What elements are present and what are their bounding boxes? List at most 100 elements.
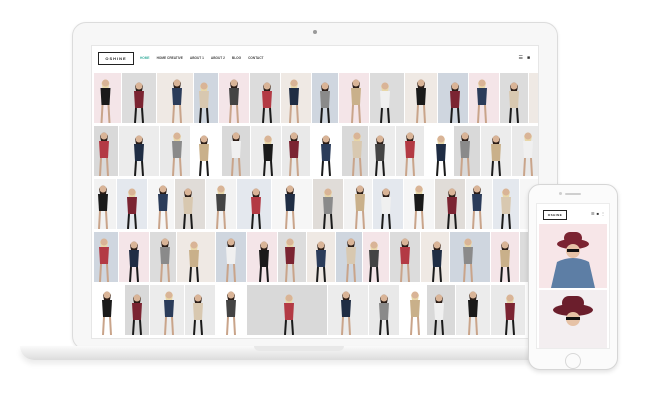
photo-tile[interactable] bbox=[150, 285, 184, 335]
model-outfit bbox=[416, 88, 426, 105]
photo-tile[interactable] bbox=[216, 285, 246, 335]
photo-tile[interactable] bbox=[396, 126, 424, 176]
photo-tile[interactable] bbox=[251, 126, 281, 176]
photo-tile[interactable] bbox=[247, 285, 327, 335]
model-outfit bbox=[216, 194, 226, 211]
photo-tile[interactable] bbox=[363, 232, 389, 282]
photo-tile[interactable] bbox=[466, 179, 492, 229]
menu-icon[interactable]: ☰ bbox=[591, 211, 595, 216]
photo-tile[interactable] bbox=[94, 179, 116, 229]
photo-tile[interactable] bbox=[185, 285, 215, 335]
photo-tile[interactable] bbox=[148, 179, 174, 229]
photo-tile[interactable] bbox=[456, 285, 490, 335]
photo-tile[interactable] bbox=[450, 232, 490, 282]
photo-tile[interactable] bbox=[150, 232, 176, 282]
photo-tile[interactable] bbox=[404, 179, 434, 229]
photo-tile[interactable] bbox=[175, 179, 205, 229]
photo-tile[interactable] bbox=[438, 73, 468, 123]
phone-hat-crown bbox=[564, 232, 582, 244]
photo-tile[interactable] bbox=[529, 73, 538, 123]
model-figure bbox=[341, 291, 351, 335]
photo-tile[interactable] bbox=[425, 126, 453, 176]
photo-tile[interactable] bbox=[94, 232, 118, 282]
photo-tile[interactable] bbox=[493, 179, 519, 229]
nav-item-about-1[interactable]: ABOUT 1 bbox=[190, 56, 204, 60]
photo-tile[interactable] bbox=[373, 179, 403, 229]
photo-tile[interactable] bbox=[278, 232, 306, 282]
menu-icon[interactable]: ☰ bbox=[518, 55, 522, 61]
photo-tile[interactable] bbox=[369, 126, 395, 176]
photo-tile[interactable] bbox=[512, 126, 538, 176]
photo-tile[interactable] bbox=[491, 285, 525, 335]
photo-tile[interactable] bbox=[454, 126, 480, 176]
bag-icon[interactable]: ■ bbox=[527, 55, 530, 61]
photo-tile[interactable] bbox=[313, 179, 343, 229]
model-outfit bbox=[127, 197, 137, 214]
nav-item-blog[interactable]: BLOG bbox=[232, 56, 241, 60]
photo-tile[interactable] bbox=[370, 73, 404, 123]
bag-icon[interactable]: ■ bbox=[597, 211, 599, 216]
photo-tile[interactable] bbox=[281, 73, 311, 123]
photo-tile[interactable] bbox=[328, 285, 368, 335]
photo-tile[interactable] bbox=[339, 73, 369, 123]
photo-tile[interactable] bbox=[125, 285, 149, 335]
photo-tile[interactable] bbox=[311, 126, 341, 176]
photo-tile[interactable] bbox=[247, 232, 277, 282]
photo-tile[interactable] bbox=[312, 73, 338, 123]
photo-tile[interactable] bbox=[344, 179, 372, 229]
site-logo[interactable]: OSHINE bbox=[98, 52, 134, 65]
photo-tile[interactable] bbox=[177, 232, 215, 282]
model-figure bbox=[410, 291, 420, 335]
phone-site-logo[interactable]: OSHINE bbox=[543, 210, 567, 220]
photo-tile[interactable] bbox=[342, 126, 368, 176]
photo-tile[interactable] bbox=[491, 232, 519, 282]
photo-tile[interactable] bbox=[160, 126, 190, 176]
photo-tile[interactable] bbox=[94, 73, 121, 123]
photo-tile[interactable] bbox=[119, 126, 159, 176]
more-icon[interactable]: ⋮ bbox=[601, 211, 605, 216]
photo-grid bbox=[94, 73, 538, 337]
photo-tile[interactable] bbox=[427, 285, 455, 335]
photo-tile[interactable] bbox=[405, 73, 437, 123]
photo-tile[interactable] bbox=[400, 285, 426, 335]
photo-tile[interactable] bbox=[435, 179, 465, 229]
model-figure bbox=[289, 79, 299, 123]
photo-tile[interactable] bbox=[222, 126, 250, 176]
photo-tile[interactable] bbox=[390, 232, 420, 282]
model-figure bbox=[500, 241, 510, 282]
photo-tile[interactable] bbox=[272, 179, 312, 229]
photo-tile[interactable] bbox=[216, 232, 246, 282]
model-outfit bbox=[226, 247, 236, 264]
phone-home-button[interactable] bbox=[565, 353, 581, 369]
nav-item-about-2[interactable]: ABOUT 2 bbox=[211, 56, 225, 60]
photo-tile[interactable] bbox=[219, 73, 249, 123]
model-head bbox=[200, 135, 208, 143]
photo-tile[interactable] bbox=[119, 232, 149, 282]
photo-tile[interactable] bbox=[94, 126, 118, 176]
photo-tile[interactable] bbox=[282, 126, 310, 176]
model-head bbox=[380, 294, 388, 302]
photo-tile[interactable] bbox=[194, 73, 218, 123]
photo-tile[interactable] bbox=[500, 73, 528, 123]
nav-item-home[interactable]: HOME bbox=[140, 56, 150, 60]
model-legs bbox=[231, 157, 241, 176]
photo-tile[interactable] bbox=[250, 73, 280, 123]
photo-tile[interactable] bbox=[369, 285, 399, 335]
photo-tile[interactable] bbox=[421, 232, 449, 282]
photo-tile[interactable] bbox=[94, 285, 124, 335]
model-legs bbox=[410, 316, 420, 335]
photo-tile[interactable] bbox=[117, 179, 147, 229]
photo-tile[interactable] bbox=[191, 126, 221, 176]
photo-tile[interactable] bbox=[157, 73, 193, 123]
photo-tile[interactable] bbox=[469, 73, 499, 123]
nav-item-contact[interactable]: CONTACT bbox=[248, 56, 263, 60]
photo-tile[interactable] bbox=[307, 232, 335, 282]
photo-tile[interactable] bbox=[237, 179, 271, 229]
model-legs bbox=[472, 210, 482, 229]
photo-tile[interactable] bbox=[336, 232, 362, 282]
model-legs bbox=[320, 107, 330, 123]
photo-tile[interactable] bbox=[122, 73, 156, 123]
nav-item-home-creative[interactable]: HOME CREATIVE bbox=[157, 56, 183, 60]
photo-tile[interactable] bbox=[481, 126, 511, 176]
photo-tile[interactable] bbox=[206, 179, 236, 229]
